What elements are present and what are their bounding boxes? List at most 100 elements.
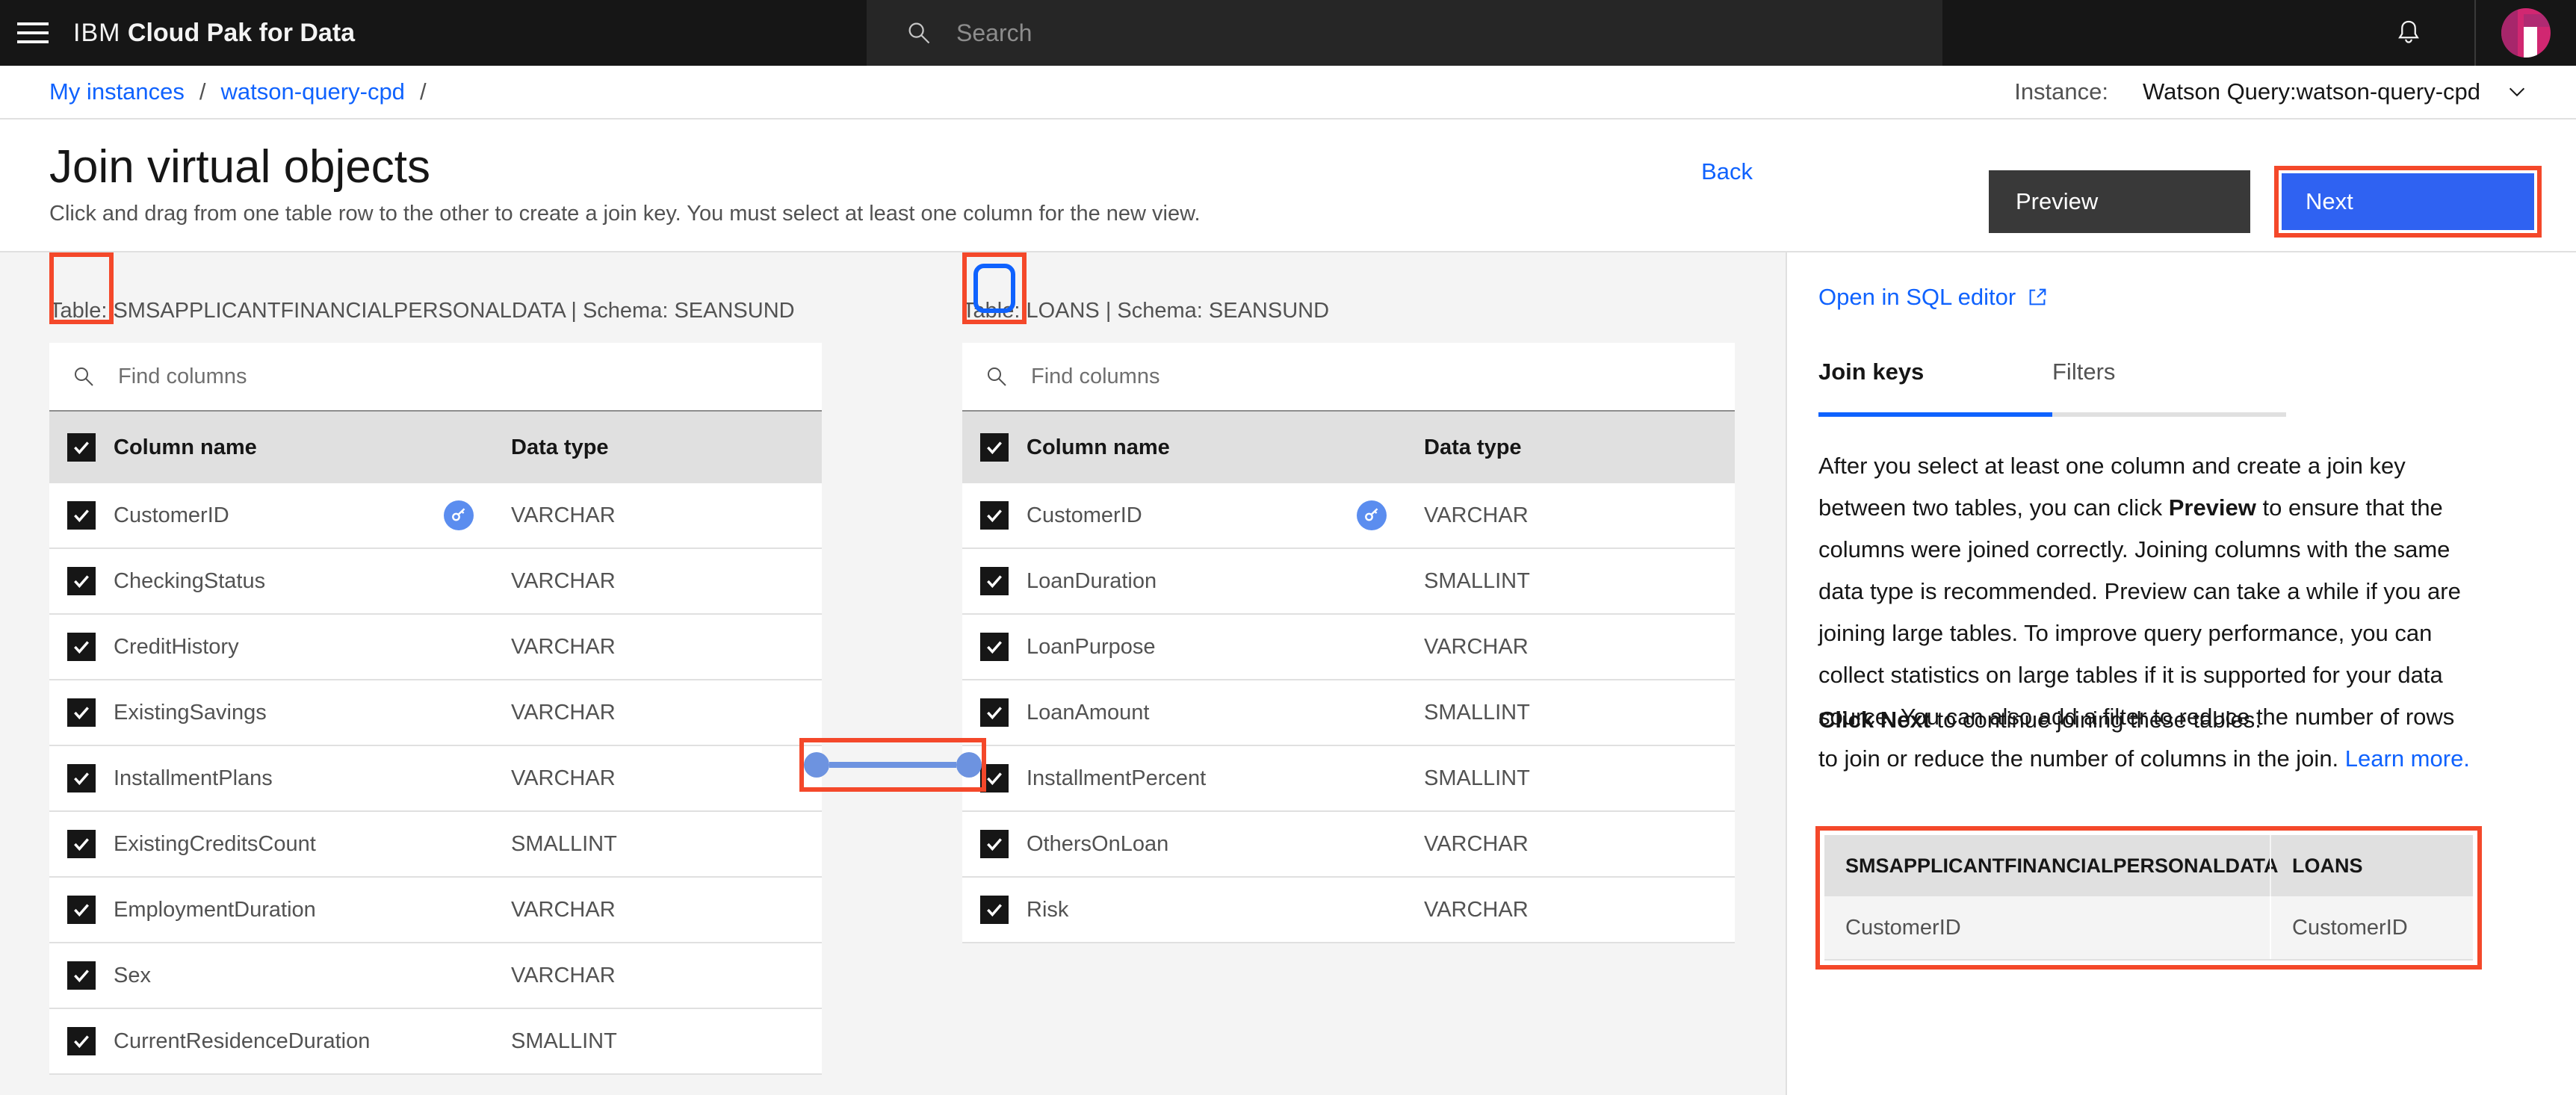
checkbox-checked-icon[interactable] — [67, 433, 96, 462]
target-table-caption: Table: LOANS | Schema: SEANSUND — [962, 299, 1330, 323]
source-row-checkbox[interactable] — [49, 633, 114, 661]
table-row[interactable]: ExistingSavings VARCHAR — [49, 680, 822, 746]
target-row-checkbox[interactable] — [962, 896, 1027, 924]
search-icon — [72, 365, 96, 388]
table-row[interactable]: OthersOnLoan VARCHAR — [962, 812, 1735, 878]
checkbox-checked-icon[interactable] — [67, 830, 96, 858]
table-row[interactable]: CheckingStatus VARCHAR — [49, 549, 822, 615]
hamburger-menu-icon[interactable] — [0, 0, 66, 66]
breadcrumb-item-my-instances[interactable]: My instances — [49, 78, 185, 105]
target-column-name: InstallmentPercent — [1027, 766, 1207, 790]
source-column-name-cell: InstallmentPlans — [114, 766, 496, 791]
source-row-checkbox[interactable] — [49, 501, 114, 530]
source-data-type-cell: VARCHAR — [511, 897, 616, 922]
learn-more-link[interactable]: Learn more. — [2345, 745, 2470, 772]
table-row[interactable]: ExistingCreditsCount SMALLINT — [49, 812, 822, 878]
checkbox-checked-icon[interactable] — [980, 896, 1009, 924]
breadcrumb-item-watson-query-cpd[interactable]: watson-query-cpd — [221, 78, 405, 105]
target-row-checkbox[interactable] — [962, 633, 1027, 661]
table-row[interactable]: Sex VARCHAR — [49, 943, 822, 1009]
checkbox-checked-icon[interactable] — [67, 567, 96, 595]
source-table-body: CustomerID VARCHAR CheckingStatus VARCHAR Cr… — [49, 483, 822, 1075]
target-header-data-type: Data type — [1424, 435, 1522, 459]
target-column-name-cell: Risk — [1027, 898, 1409, 922]
target-find-columns-input[interactable]: Find columns — [962, 343, 1735, 412]
preview-button[interactable]: Preview — [1989, 170, 2250, 233]
target-column-name-cell: LoanDuration — [1027, 569, 1409, 594]
checkbox-checked-icon[interactable] — [67, 698, 96, 727]
source-column-name-cell: EmploymentDuration — [114, 898, 496, 922]
checkbox-checked-icon[interactable] — [980, 633, 1009, 661]
instance-value[interactable]: Watson Query:watson-query-cpd — [2143, 78, 2480, 105]
chevron-down-icon[interactable] — [2506, 81, 2528, 103]
source-row-checkbox[interactable] — [49, 698, 114, 727]
source-select-all-checkbox[interactable] — [49, 433, 114, 462]
join-connector-left-handle[interactable] — [804, 752, 829, 778]
source-row-checkbox[interactable] — [49, 764, 114, 792]
avatar[interactable] — [2474, 0, 2576, 66]
checkbox-checked-icon[interactable] — [980, 567, 1009, 595]
target-data-type-cell: VARCHAR — [1424, 831, 1529, 856]
checkbox-checked-icon[interactable] — [67, 1027, 96, 1055]
checkbox-checked-icon[interactable] — [980, 501, 1009, 530]
breadcrumb: My instances / watson-query-cpd / — [49, 78, 442, 105]
target-row-checkbox[interactable] — [962, 830, 1027, 858]
checkbox-checked-icon[interactable] — [67, 501, 96, 530]
checkbox-checked-icon[interactable] — [67, 961, 96, 990]
open-in-sql-editor-link[interactable]: Open in SQL editor — [1818, 284, 2049, 311]
source-header-column-name: Column name — [114, 435, 257, 459]
target-row-checkbox[interactable] — [962, 698, 1027, 727]
join-key-icon[interactable] — [1357, 500, 1387, 530]
checkbox-checked-icon[interactable] — [980, 698, 1009, 727]
next-button[interactable]: Next — [2282, 173, 2534, 230]
source-row-checkbox[interactable] — [49, 830, 114, 858]
target-row-checkbox[interactable] — [962, 501, 1027, 530]
global-search[interactable]: Search — [867, 0, 1942, 66]
target-select-all-checkbox[interactable] — [962, 433, 1027, 462]
source-row-checkbox[interactable] — [49, 1027, 114, 1055]
source-table-panel: Table: SMSAPPLICANTFINANCIALPERSONALDATA… — [49, 252, 822, 1075]
checkbox-checked-icon[interactable] — [67, 633, 96, 661]
join-key-connector[interactable] — [799, 738, 986, 792]
app-brand[interactable]: IBM Cloud Pak for Data — [73, 19, 355, 48]
source-find-columns-input[interactable]: Find columns — [49, 343, 822, 412]
instance-selector[interactable]: Instance: Watson Query:watson-query-cpd — [2014, 78, 2528, 105]
source-column-name: ExistingSavings — [114, 700, 267, 725]
tab-join-keys[interactable]: Join keys — [1818, 359, 2052, 417]
table-row[interactable]: InstallmentPercent SMALLINT — [962, 746, 1735, 812]
checkbox-checked-icon[interactable] — [980, 830, 1009, 858]
back-button[interactable]: Back — [1701, 158, 1753, 185]
table-row[interactable]: InstallmentPlans VARCHAR — [49, 746, 822, 812]
source-row-checkbox[interactable] — [49, 896, 114, 924]
checkbox-checked-icon[interactable] — [67, 764, 96, 792]
source-row-checkbox[interactable] — [49, 961, 114, 990]
table-row[interactable]: LoanAmount SMALLINT — [962, 680, 1735, 746]
table-row[interactable]: EmploymentDuration VARCHAR — [49, 878, 822, 943]
breadcrumb-separator: / — [199, 78, 206, 105]
checkbox-checked-icon[interactable] — [67, 896, 96, 924]
target-column-name-cell: InstallmentPercent — [1027, 766, 1409, 791]
source-column-name-cell: CheckingStatus — [114, 569, 496, 594]
source-data-type-cell: VARCHAR — [511, 766, 616, 790]
tab-filters[interactable]: Filters — [2052, 359, 2286, 417]
source-column-name-cell: ExistingSavings — [114, 701, 496, 725]
target-row-checkbox[interactable] — [962, 567, 1027, 595]
bell-icon[interactable] — [2376, 0, 2442, 66]
target-data-type-cell: VARCHAR — [1424, 897, 1529, 922]
table-row[interactable]: LoanDuration SMALLINT — [962, 549, 1735, 615]
table-row[interactable]: CustomerID VARCHAR — [49, 483, 822, 549]
source-column-name: CurrentResidenceDuration — [114, 1029, 371, 1053]
table-row[interactable]: CurrentResidenceDuration SMALLINT — [49, 1009, 822, 1075]
table-row[interactable]: CustomerID VARCHAR — [962, 483, 1735, 549]
join-key-icon[interactable] — [444, 500, 474, 530]
join-connector-right-handle[interactable] — [956, 752, 982, 778]
target-column-name-cell: OthersOnLoan — [1027, 832, 1409, 857]
source-column-name: EmploymentDuration — [114, 897, 316, 922]
source-row-checkbox[interactable] — [49, 567, 114, 595]
table-row[interactable]: CreditHistory VARCHAR — [49, 615, 822, 680]
checkbox-checked-icon[interactable] — [980, 433, 1009, 462]
table-row[interactable]: Risk VARCHAR — [962, 878, 1735, 943]
join-keys-header-right: LOANS — [2270, 835, 2473, 896]
table-row[interactable]: LoanPurpose VARCHAR — [962, 615, 1735, 680]
source-find-columns-placeholder: Find columns — [118, 364, 247, 388]
